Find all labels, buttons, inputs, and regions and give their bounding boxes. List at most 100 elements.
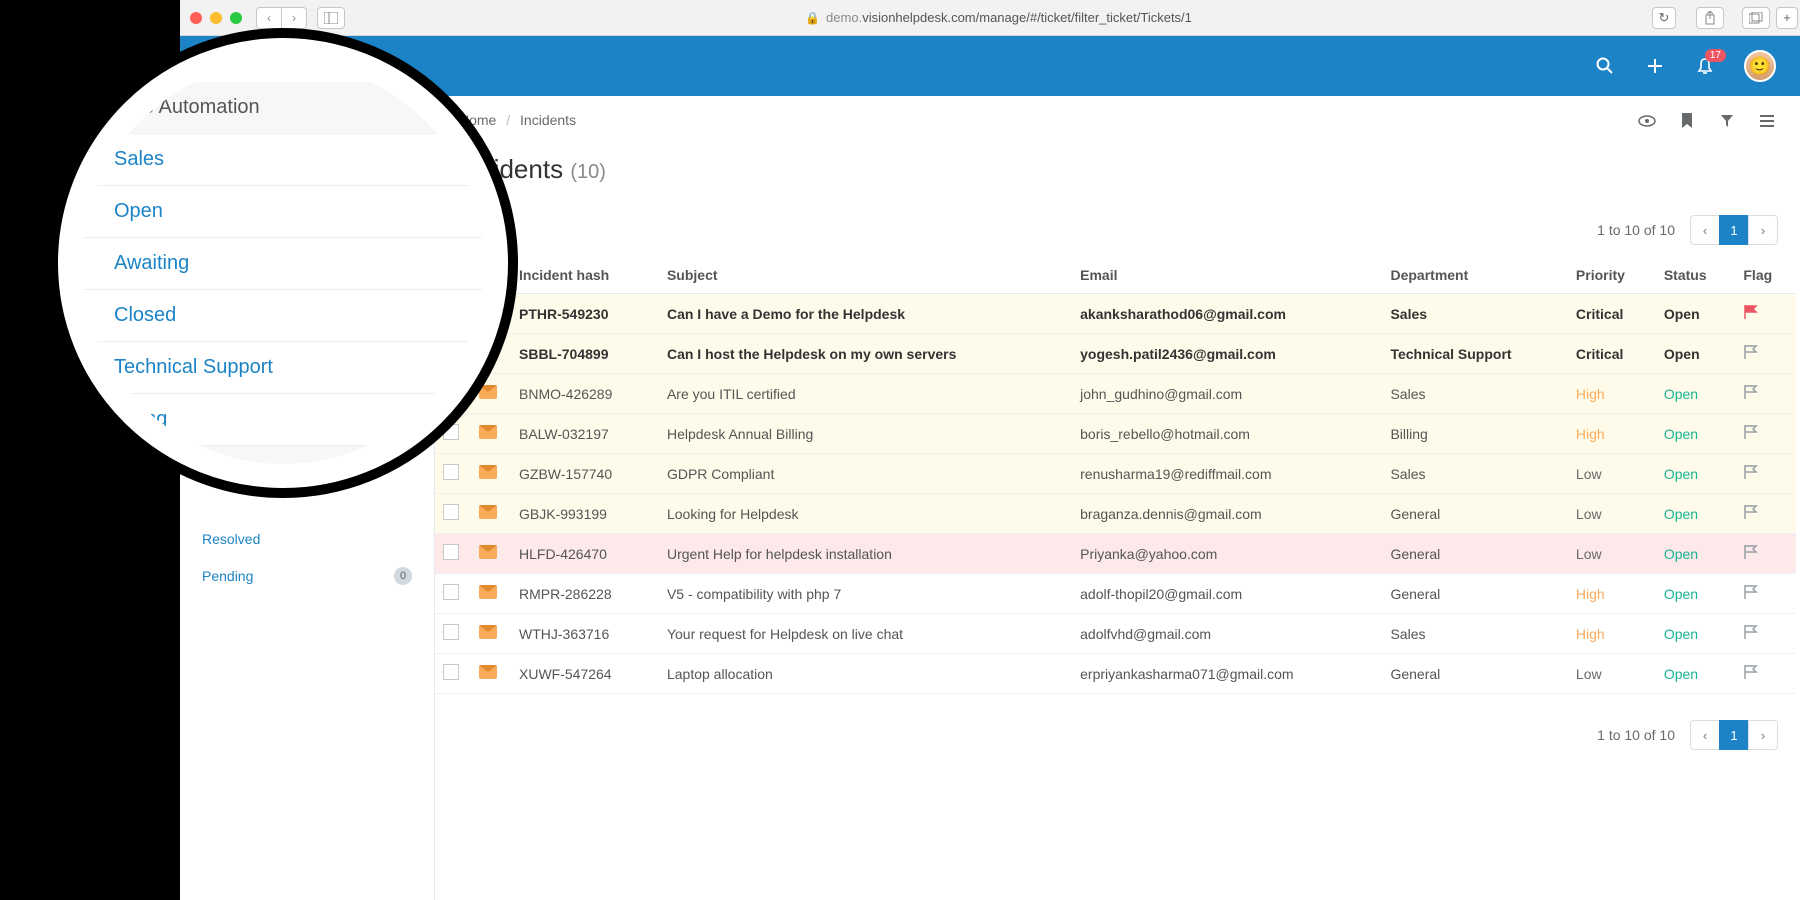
page-count: (10) — [570, 161, 606, 183]
col-priority[interactable]: Priority — [1568, 257, 1656, 294]
cell-department: Sales — [1382, 374, 1567, 414]
pager-controls-bottom: ‹ 1 › — [1691, 720, 1778, 750]
row-checkbox[interactable] — [443, 624, 459, 640]
cell-hash: SBBL-704899 — [511, 334, 659, 374]
cell-priority: Low — [1568, 494, 1656, 534]
filter-icon — [1720, 114, 1734, 128]
col-hash[interactable]: Incident hash — [511, 257, 659, 294]
window-controls — [190, 12, 242, 24]
menu-button[interactable] — [1758, 112, 1776, 130]
cell-flag[interactable] — [1735, 454, 1796, 494]
close-window-icon[interactable] — [190, 12, 202, 24]
notifications-button[interactable]: 17 — [1694, 55, 1716, 77]
cell-priority: Low — [1568, 454, 1656, 494]
table-row[interactable]: SBBL-704899Can I host the Helpdesk on my… — [435, 334, 1796, 374]
col-email[interactable]: Email — [1072, 257, 1382, 294]
col-status[interactable]: Status — [1656, 257, 1736, 294]
lens-folder-item[interactable]: Awaiting — [82, 238, 484, 290]
cell-subject: V5 - compatibility with php 7 — [659, 574, 1072, 614]
table-row[interactable]: HLFD-426470Urgent Help for helpdesk inst… — [435, 534, 1796, 574]
tabs-button[interactable] — [1742, 7, 1770, 29]
cell-email: braganza.dennis@gmail.com — [1072, 494, 1382, 534]
row-checkbox[interactable] — [443, 584, 459, 600]
pager-bottom: 1 to 10 of 10 ‹ 1 › — [435, 694, 1800, 762]
new-tab-button[interactable]: + — [1776, 7, 1798, 29]
user-avatar[interactable]: 🙂 — [1744, 50, 1776, 82]
cell-priority: High — [1568, 414, 1656, 454]
row-checkbox[interactable] — [443, 664, 459, 680]
lens-folder-list: Solo AutomationSalesOpenAwaitingClosedTe… — [82, 62, 484, 464]
cell-priority: Low — [1568, 654, 1656, 694]
lens-folder-item[interactable]: Sales — [82, 134, 484, 186]
share-button[interactable] — [1696, 7, 1724, 29]
col-flag[interactable]: Flag — [1735, 257, 1796, 294]
col-subject[interactable]: Subject — [659, 257, 1072, 294]
minimize-window-icon[interactable] — [210, 12, 222, 24]
pager-prev-bottom[interactable]: ‹ — [1690, 720, 1720, 750]
pager-prev[interactable]: ‹ — [1690, 215, 1720, 245]
table-row[interactable]: GBJK-993199Looking for Helpdeskbraganza.… — [435, 494, 1796, 534]
lens-folder-item[interactable]: Open — [82, 186, 484, 238]
filter-button[interactable] — [1718, 112, 1736, 130]
flag-icon — [1743, 544, 1759, 560]
cell-flag[interactable] — [1735, 574, 1796, 614]
cell-status: Open — [1656, 534, 1736, 574]
row-checkbox[interactable] — [443, 544, 459, 560]
cell-status: Open — [1656, 374, 1736, 414]
notification-badge: 17 — [1705, 49, 1726, 62]
share-icon — [1704, 11, 1716, 25]
table-row[interactable]: PTHR-549230Can I have a Demo for the Hel… — [435, 294, 1796, 334]
cell-hash: WTHJ-363716 — [511, 614, 659, 654]
search-button[interactable] — [1594, 55, 1616, 77]
back-button[interactable]: ‹ — [256, 7, 282, 29]
address-bar[interactable]: 🔒 demo.visionhelpdesk.com/manage/#/ticke… — [345, 10, 1652, 25]
page-title: Incidents (10) — [435, 136, 1800, 189]
table-row[interactable]: XUWF-547264Laptop allocationerpriyankash… — [435, 654, 1796, 694]
forward-button[interactable]: › — [281, 7, 307, 29]
cell-flag[interactable] — [1735, 534, 1796, 574]
view-button[interactable] — [1638, 112, 1656, 130]
col-department[interactable]: Department — [1382, 257, 1567, 294]
cell-status: Open — [1656, 334, 1736, 374]
cell-status: Open — [1656, 614, 1736, 654]
cell-flag[interactable] — [1735, 614, 1796, 654]
cell-subject: Are you ITIL certified — [659, 374, 1072, 414]
pager-next[interactable]: › — [1748, 215, 1778, 245]
nav-buttons: ‹ › — [256, 7, 307, 29]
cell-department: Sales — [1382, 614, 1567, 654]
mail-icon — [479, 585, 497, 599]
table-row[interactable]: BALW-032197Helpdesk Annual Billingboris_… — [435, 414, 1796, 454]
cell-flag[interactable] — [1735, 654, 1796, 694]
zoom-window-icon[interactable] — [230, 12, 242, 24]
bookmark-button[interactable] — [1678, 112, 1696, 130]
cell-hash: HLFD-426470 — [511, 534, 659, 574]
sidebar-item[interactable]: Pending0 — [180, 557, 434, 595]
cell-flag[interactable] — [1735, 294, 1796, 334]
row-checkbox[interactable] — [443, 504, 459, 520]
cell-status: Open — [1656, 494, 1736, 534]
table-row[interactable]: RMPR-286228V5 - compatibility with php 7… — [435, 574, 1796, 614]
cell-department: Sales — [1382, 454, 1567, 494]
reload-button[interactable]: ↻ — [1652, 7, 1676, 29]
lens-folder-item[interactable]: Closed — [82, 290, 484, 342]
cell-flag[interactable] — [1735, 494, 1796, 534]
cell-flag[interactable] — [1735, 414, 1796, 454]
pager-next-bottom[interactable]: › — [1748, 720, 1778, 750]
create-button[interactable] — [1644, 55, 1666, 77]
flag-icon — [1743, 344, 1759, 360]
show-sidebar-button[interactable] — [317, 7, 345, 29]
row-checkbox[interactable] — [443, 464, 459, 480]
table-row[interactable]: GZBW-157740GDPR Compliantrenusharma19@re… — [435, 454, 1796, 494]
pager-page-1-bottom[interactable]: 1 — [1719, 720, 1749, 750]
table-row[interactable]: WTHJ-363716Your request for Helpdesk on … — [435, 614, 1796, 654]
breadcrumb: Home / Incidents — [435, 96, 1800, 136]
cell-department: Technical Support — [1382, 334, 1567, 374]
sidebar-item[interactable]: Resolved — [180, 521, 434, 557]
lens-folder-item[interactable]: Technical Support — [82, 342, 484, 394]
pager-page-1[interactable]: 1 — [1719, 215, 1749, 245]
cell-email: adolf-thopil20@gmail.com — [1072, 574, 1382, 614]
cell-department: General — [1382, 494, 1567, 534]
cell-flag[interactable] — [1735, 334, 1796, 374]
cell-flag[interactable] — [1735, 374, 1796, 414]
table-row[interactable]: BNMO-426289Are you ITIL certifiedjohn_gu… — [435, 374, 1796, 414]
